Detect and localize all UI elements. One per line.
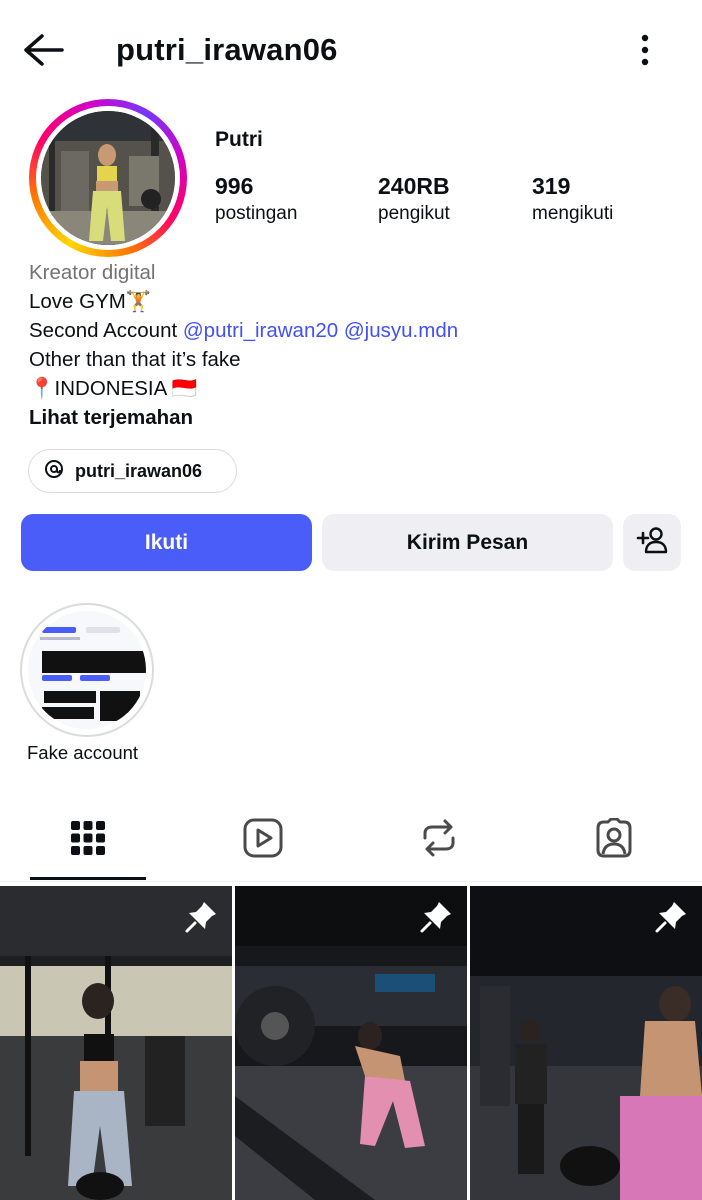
add-user-icon	[636, 525, 668, 561]
pin-icon	[184, 900, 218, 934]
bio-line: 📍INDONESIA 🇮🇩	[29, 377, 198, 400]
see-translation-link[interactable]: Lihat terjemahan	[29, 403, 689, 432]
tab-tagged[interactable]	[527, 800, 702, 880]
active-tab-indicator	[30, 877, 146, 880]
stat-posts[interactable]: 996 postingan	[215, 172, 297, 228]
tab-reposts[interactable]	[351, 800, 527, 880]
grid-icon	[70, 820, 105, 860]
highlight-cover	[28, 611, 146, 729]
stat-following-value: 319	[532, 173, 571, 199]
threads-icon	[43, 458, 65, 485]
avatar-image	[41, 111, 175, 245]
highlight-label: Fake account	[27, 742, 139, 763]
stat-followers[interactable]: 240RB pengikut	[378, 172, 450, 228]
stat-posts-label: postingan	[215, 203, 298, 224]
bio-line: Other than that it’s fake	[29, 348, 241, 371]
reels-icon	[243, 818, 283, 863]
pin-icon	[654, 900, 688, 934]
suggest-users-button[interactable]	[623, 514, 681, 571]
bio-text: Second Account	[29, 319, 183, 342]
stat-posts-value: 996	[215, 173, 254, 199]
pin-icon	[419, 900, 453, 934]
stat-following[interactable]: 319 mengikuti	[532, 172, 613, 228]
more-vertical-icon[interactable]	[632, 30, 658, 70]
post-thumbnail[interactable]	[470, 886, 702, 1200]
follow-button[interactable]: Ikuti	[21, 514, 312, 571]
message-button[interactable]: Kirim Pesan	[322, 514, 613, 571]
posts-grid	[0, 886, 702, 1200]
profile-header: putri_irawan06	[0, 0, 702, 100]
profile-username: putri_irawan06	[116, 32, 338, 67]
threads-profile-link[interactable]: putri_irawan06	[28, 449, 237, 493]
threads-chip-label: putri_irawan06	[75, 460, 203, 481]
arrow-left-icon[interactable]	[20, 30, 64, 70]
stat-following-label: mengikuti	[532, 203, 614, 224]
reposts-icon	[421, 818, 457, 863]
mention-link[interactable]: @jusyu.mdn	[344, 319, 458, 342]
profile-bio: Kreator digital Love GYM🏋 Second Account…	[29, 258, 689, 432]
stat-followers-value: 240RB	[378, 173, 450, 199]
bio-category: Kreator digital	[29, 261, 156, 284]
avatar[interactable]	[29, 99, 187, 257]
mention-link[interactable]: @putri_irawan20	[183, 319, 338, 342]
display-name: Putri	[215, 128, 263, 151]
story-highlight[interactable]	[20, 603, 154, 737]
stat-followers-label: pengikut	[378, 203, 450, 224]
tagged-icon	[594, 817, 634, 863]
post-thumbnail[interactable]	[0, 886, 232, 1200]
bio-line: Love GYM🏋	[29, 290, 152, 313]
tab-reels[interactable]	[176, 800, 352, 880]
profile-tabs	[0, 800, 702, 882]
post-thumbnail[interactable]	[235, 886, 467, 1200]
tab-posts-grid[interactable]	[0, 800, 176, 880]
bio-line-accounts: Second Account @putri_irawan20 @jusyu.md…	[29, 316, 689, 345]
